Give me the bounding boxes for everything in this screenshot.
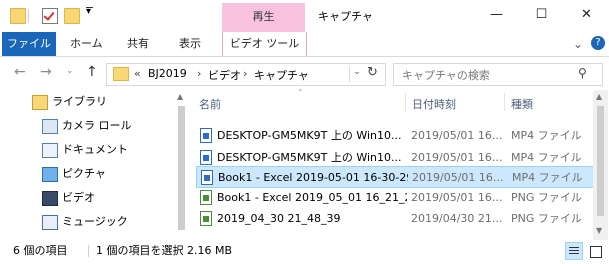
ribbon-tabs: ファイル ホーム 共有 表示 ビデオ ツール ⌄ ? (0, 32, 609, 57)
sidebar-item-videos[interactable]: ビデオ (42, 186, 172, 210)
details-view-button[interactable] (565, 242, 583, 260)
column-header-type[interactable]: 種類 (511, 96, 533, 112)
divider (28, 9, 29, 23)
sidebar-item-label: ミュージック (62, 215, 128, 228)
file-type: MP4 ファイル (512, 171, 583, 184)
selection-info: 1 個の項目を選択 2.16 MB (96, 244, 233, 257)
tab-share[interactable]: 共有 (127, 32, 149, 56)
refresh-icon[interactable]: ↻ (367, 65, 378, 80)
png-file-icon (200, 190, 212, 205)
context-tab-play[interactable]: 再生 (222, 3, 305, 32)
mp4-file-icon (200, 128, 212, 143)
search-placeholder: キャプチャの検索 (402, 69, 490, 82)
sidebar-item-pictures[interactable]: ピクチャ (42, 162, 172, 186)
file-type: PNG ファイル (511, 191, 582, 204)
sort-indicator-icon: ⌃ (297, 88, 304, 97)
column-divider (504, 93, 505, 111)
forward-arrow-icon[interactable]: → (40, 64, 52, 80)
large-icons-view-button[interactable] (586, 242, 604, 260)
file-type: MP4 ファイル (511, 129, 582, 142)
sidebar-item-label: ビデオ (62, 191, 95, 204)
up-arrow-icon[interactable]: ↑ (86, 64, 98, 80)
file-name: Book1 - Excel 2019-05-01 16-30-29 (218, 171, 408, 184)
png-file-icon (200, 211, 212, 226)
scroll-up-icon[interactable]: ▲ (177, 92, 183, 101)
sidebar-scrollbar[interactable]: ▲ (174, 90, 189, 240)
sidebar-item-library[interactable]: ライブラリ (32, 90, 172, 114)
sidebar-item-label: カメラ ロール (62, 119, 132, 132)
new-folder-icon[interactable] (64, 8, 80, 24)
breadcrumb-bj2019[interactable]: BJ2019 (148, 67, 187, 80)
details-view-icon-line (569, 253, 579, 254)
window-title: キャプチャ (318, 10, 373, 23)
breadcrumb-video[interactable]: ビデオ (208, 67, 241, 83)
breadcrumb-separator: › (197, 67, 202, 80)
status-bar: 6 個の項目 1 個の項目を選択 2.16 MB (0, 240, 609, 264)
minimize-button[interactable]: — (474, 0, 519, 32)
sidebar-scroll-thumb[interactable] (178, 106, 185, 230)
recent-dropdown-icon[interactable]: ⌄ (66, 66, 74, 76)
tab-video-tools[interactable]: ビデオ ツール (222, 32, 307, 56)
maximize-button[interactable]: ☐ (519, 0, 564, 32)
file-name: DESKTOP-GM5MK9T 上の Win10... (217, 129, 402, 142)
details-view-icon (569, 247, 579, 251)
sidebar-item-label: ライブラリ (52, 95, 107, 108)
properties-check-icon[interactable] (42, 8, 58, 24)
column-header-name[interactable]: 名前 (199, 96, 221, 112)
back-arrow-icon[interactable]: ← (14, 64, 26, 80)
file-type: PNG ファイル (511, 212, 582, 225)
help-icon[interactable]: ? (591, 36, 605, 50)
item-count: 6 個の項目 (13, 244, 68, 257)
breadcrumb-capture[interactable]: キャプチャ (254, 67, 309, 83)
scroll-down-icon[interactable]: ▼ (596, 226, 602, 235)
mp4-file-icon (201, 170, 213, 185)
file-date: 2019/04/30 21... (411, 212, 503, 225)
folder-icon (113, 67, 129, 81)
breadcrumb-overflow-icon[interactable]: « (134, 67, 141, 80)
file-name: Book1 - Excel 2019_05_01 16_21_28 (217, 191, 407, 204)
dropdown-bar (86, 7, 93, 8)
tab-home[interactable]: ホーム (70, 32, 103, 56)
folder-icon (10, 8, 26, 24)
expand-ribbon-icon[interactable]: ⌄ (573, 32, 583, 56)
library-icon (32, 95, 48, 110)
scroll-thumb[interactable] (597, 106, 604, 216)
table-row[interactable]: Book1 - Excel 2019_05_01 16_21_28 2019/0… (196, 187, 599, 209)
sidebar-item-camera-roll[interactable]: カメラ ロール (42, 114, 172, 138)
breadcrumb-separator: › (243, 67, 248, 80)
sidebar-item-label: ピクチャ (62, 167, 106, 180)
divider (88, 245, 89, 257)
table-row-selected[interactable]: Book1 - Excel 2019-05-01 16-30-29 2019/0… (196, 166, 599, 188)
pictures-icon (42, 167, 58, 182)
camera-roll-icon (42, 119, 58, 134)
sidebar-item-documents[interactable]: ドキュメント (42, 138, 172, 162)
close-button[interactable]: ✕ (564, 0, 609, 32)
file-list-scrollbar[interactable]: ▲ ▼ (593, 90, 608, 240)
scroll-up-icon[interactable]: ▲ (596, 92, 602, 101)
search-input[interactable]: キャプチャの検索 ⚲ (393, 63, 603, 86)
table-row[interactable]: 2019_04_30 21_48_39 2019/04/30 21... PNG… (196, 208, 599, 230)
file-name: 2019_04_30 21_48_39 (217, 212, 341, 225)
file-date: 2019/05/01 16... (411, 191, 503, 204)
large-icons-view-icon (590, 246, 602, 258)
sidebar-item-label: ドキュメント (62, 143, 128, 156)
videos-icon (42, 191, 58, 206)
column-divider (405, 93, 406, 111)
table-row[interactable]: DESKTOP-GM5MK9T 上の Win10... 2019/05/01 1… (196, 125, 599, 147)
mp4-file-icon (200, 150, 212, 165)
address-dropdown-icon[interactable]: ⌄ (349, 67, 364, 82)
music-icon (42, 215, 58, 230)
column-header-date[interactable]: 日付時刻 (412, 96, 456, 112)
file-date: 2019/05/01 16... (412, 171, 504, 184)
tab-view[interactable]: 表示 (179, 32, 201, 56)
address-bar[interactable]: « BJ2019 › ビデオ › キャプチャ ⌄ ↻ (106, 63, 386, 86)
sidebar-item-music[interactable]: ミュージック (42, 210, 172, 234)
documents-icon (42, 143, 58, 158)
file-date: 2019/05/01 16... (411, 129, 503, 142)
tab-file[interactable]: ファイル (2, 32, 56, 56)
search-icon: ⚲ (578, 66, 587, 80)
